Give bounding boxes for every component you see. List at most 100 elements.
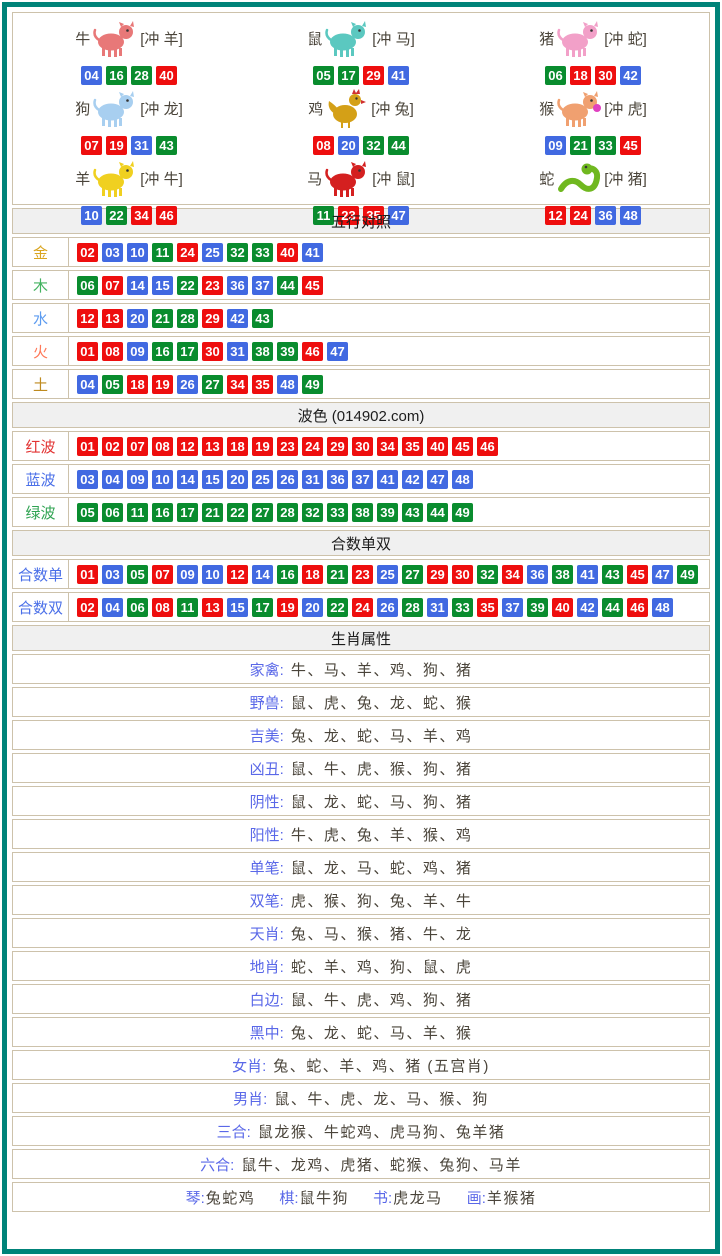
- attribute-value: 鼠、龙、马、蛇、鸡、猪: [291, 857, 473, 878]
- number-ball: 39: [377, 503, 398, 522]
- footer-group-label: 琴:: [186, 1187, 205, 1208]
- rat-icon: [324, 18, 370, 58]
- zodiac-name-line: 猪[冲 蛇]: [539, 15, 647, 61]
- attribute-label: 阳性:: [250, 824, 284, 845]
- heshu-row-balls: 0103050709101214161821232527293032343638…: [69, 560, 698, 588]
- wuxing-row: 水1213202128294243: [12, 303, 710, 333]
- number-ball: 47: [652, 565, 673, 584]
- number-ball: 16: [152, 342, 173, 361]
- number-ball: 01: [77, 565, 98, 584]
- shengxiao-attribute-row: 女肖: 兔、蛇、羊、鸡、猪 (五宫肖): [12, 1050, 710, 1080]
- number-ball: 30: [202, 342, 223, 361]
- number-ball: 34: [227, 375, 248, 394]
- number-ball: 29: [202, 309, 223, 328]
- footer-group-label: 棋:: [279, 1187, 298, 1208]
- bose-row: 红波0102070812131819232429303435404546: [12, 431, 710, 461]
- number-ball: 48: [452, 470, 473, 489]
- shengxiao-attribute-row: 吉美:兔、龙、蛇、马、羊、鸡: [12, 720, 710, 750]
- footer-group-value: 鼠牛狗: [299, 1187, 349, 1208]
- wuxing-row-balls: 04051819262734354849: [69, 370, 323, 398]
- number-ball: 04: [81, 66, 102, 85]
- attribute-label: 地肖:: [250, 956, 284, 977]
- number-ball: 37: [252, 276, 273, 295]
- number-ball: 22: [327, 598, 348, 617]
- number-ball: 27: [402, 565, 423, 584]
- number-ball: 16: [277, 565, 298, 584]
- number-ball: 27: [202, 375, 223, 394]
- number-ball: 14: [177, 470, 198, 489]
- number-ball: 20: [338, 136, 359, 155]
- number-ball: 10: [152, 470, 173, 489]
- zodiac-number-balls: 04162840: [81, 66, 177, 85]
- attribute-label: 三合:: [217, 1121, 251, 1142]
- zodiac-clash-label: [冲 羊]: [140, 28, 183, 49]
- number-ball: 12: [177, 437, 198, 456]
- attribute-value: 兔、蛇、羊、鸡、猪 (五宫肖): [273, 1055, 490, 1076]
- number-ball: 48: [277, 375, 298, 394]
- footer-group-value: 兔蛇鸡: [206, 1187, 256, 1208]
- number-ball: 11: [177, 598, 198, 617]
- number-ball: 24: [302, 437, 323, 456]
- number-ball: 34: [131, 206, 152, 225]
- number-ball: 44: [388, 136, 409, 155]
- number-ball: 10: [127, 243, 148, 262]
- number-ball: 28: [402, 598, 423, 617]
- number-ball: 29: [427, 565, 448, 584]
- shengxiao-attribute-row: 凶丑:鼠、牛、虎、猴、狗、猪: [12, 753, 710, 783]
- shengxiao-section-header: 生肖属性: [12, 625, 710, 651]
- number-ball: 21: [570, 136, 591, 155]
- number-ball: 25: [252, 470, 273, 489]
- number-ball: 09: [127, 470, 148, 489]
- footer-group: 画:羊猴猪: [467, 1187, 537, 1208]
- wuxing-row-balls: 02031011242532334041: [69, 238, 323, 266]
- zodiac-name-line: 蛇[冲 猪]: [539, 155, 647, 201]
- number-ball: 33: [595, 136, 616, 155]
- number-ball: 45: [627, 565, 648, 584]
- attribute-value: 鼠、牛、虎、鸡、狗、猪: [291, 989, 473, 1010]
- shengxiao-attribute-row: 白边:鼠、牛、虎、鸡、狗、猪: [12, 984, 710, 1014]
- zodiac-number-balls: 05172941: [313, 66, 409, 85]
- attribute-label: 女肖:: [232, 1055, 266, 1076]
- number-ball: 38: [352, 503, 373, 522]
- number-ball: 42: [227, 309, 248, 328]
- number-ball: 44: [277, 276, 298, 295]
- number-ball: 15: [202, 470, 223, 489]
- zodiac-clash-label: [冲 蛇]: [604, 28, 647, 49]
- zodiac-number-balls: 12243648: [545, 206, 641, 225]
- number-ball: 45: [302, 276, 323, 295]
- number-ball: 37: [352, 470, 373, 489]
- number-ball: 02: [77, 243, 98, 262]
- number-ball: 45: [620, 136, 641, 155]
- number-ball: 03: [102, 565, 123, 584]
- number-ball: 05: [127, 565, 148, 584]
- heshu-row-label: 合数双: [13, 593, 69, 621]
- number-ball: 20: [227, 470, 248, 489]
- number-ball: 40: [427, 437, 448, 456]
- attribute-label: 双笔:: [250, 890, 284, 911]
- zodiac-number-balls: 08203244: [313, 136, 409, 155]
- wuxing-rows: 金02031011242532334041木060714152223363744…: [10, 237, 712, 399]
- zodiac-clash-label: [冲 马]: [372, 28, 415, 49]
- number-ball: 11: [152, 243, 173, 262]
- attribute-value: 兔、龙、蛇、马、羊、猴: [291, 1022, 473, 1043]
- bose-rows: 红波0102070812131819232429303435404546蓝波03…: [10, 431, 712, 527]
- heshu-row-label: 合数单: [13, 560, 69, 588]
- number-ball: 20: [127, 309, 148, 328]
- number-ball: 07: [102, 276, 123, 295]
- attribute-label: 单笔:: [250, 857, 284, 878]
- number-ball: 36: [227, 276, 248, 295]
- number-ball: 08: [102, 342, 123, 361]
- number-ball: 07: [152, 565, 173, 584]
- number-ball: 47: [427, 470, 448, 489]
- number-ball: 18: [302, 565, 323, 584]
- shengxiao-attribute-row: 双笔:虎、猴、狗、兔、羊、牛: [12, 885, 710, 915]
- number-ball: 03: [77, 470, 98, 489]
- number-ball: 14: [252, 565, 273, 584]
- number-ball: 09: [177, 565, 198, 584]
- number-ball: 35: [402, 437, 423, 456]
- shengxiao-attribute-row: 阳性:牛、虎、兔、羊、猴、鸡: [12, 819, 710, 849]
- number-ball: 38: [552, 565, 573, 584]
- bose-row-balls: 05061116172122272832333839434449: [69, 498, 473, 526]
- bose-title: 波色 (014902.com): [298, 405, 425, 426]
- zodiac-clash-label: [冲 牛]: [140, 168, 183, 189]
